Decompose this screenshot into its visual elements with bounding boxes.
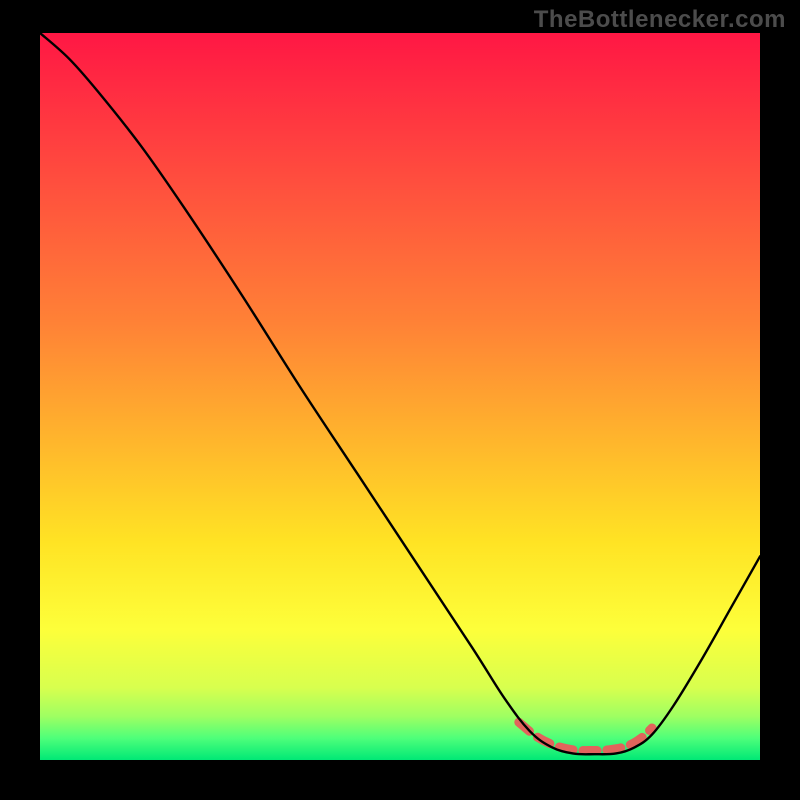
watermark-text: TheBottlenecker.com	[534, 6, 786, 34]
bottleneck-curve	[40, 33, 760, 754]
optimal-zone-marker	[519, 722, 652, 750]
curve-layer	[40, 33, 760, 760]
chart-plot-area	[40, 33, 760, 760]
